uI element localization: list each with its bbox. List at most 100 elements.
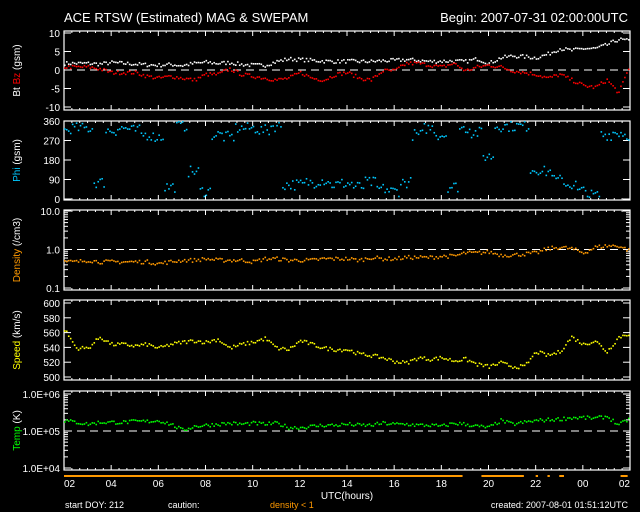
data-point (81, 423, 84, 426)
data-point (608, 133, 610, 135)
data-point (309, 258, 312, 260)
data-point (484, 159, 487, 161)
data-point (386, 259, 388, 261)
data-point (93, 62, 96, 64)
data-point (313, 342, 316, 345)
data-point (425, 256, 428, 258)
data-point (120, 342, 123, 344)
data-point (128, 419, 131, 422)
data-point (331, 76, 333, 79)
data-point (191, 261, 194, 263)
data-point (433, 424, 436, 426)
data-point (582, 252, 585, 255)
data-point (305, 340, 308, 342)
data-point (181, 260, 184, 262)
data-point (223, 261, 225, 263)
data-point (99, 422, 101, 424)
data-point (459, 253, 461, 256)
y-axis-label: Speed (km/s) (12, 310, 23, 369)
data-point (370, 59, 373, 61)
data-point (266, 64, 269, 67)
data-point (474, 66, 477, 69)
data-point (348, 71, 351, 73)
data-point (67, 335, 70, 338)
data-point (580, 251, 583, 254)
data-point (343, 59, 345, 61)
data-point (398, 195, 400, 198)
data-point (378, 257, 381, 259)
data-point (270, 125, 272, 128)
data-point (252, 259, 255, 262)
data-point (409, 424, 412, 427)
data-point (512, 71, 514, 73)
data-point (553, 352, 555, 355)
data-point (480, 66, 483, 68)
data-point (227, 70, 229, 72)
data-point (573, 336, 575, 339)
data-point (319, 257, 322, 260)
data-point (419, 63, 422, 65)
data-point (227, 259, 229, 262)
x-tick-label: 02 (64, 479, 76, 490)
data-point (246, 73, 249, 75)
data-point (492, 61, 495, 64)
data-point (172, 423, 174, 425)
created-time: created: 2007-08-01 01:51:12UTC (491, 500, 629, 510)
data-point (429, 425, 432, 428)
data-point (113, 131, 115, 134)
data-point (223, 69, 225, 72)
data-point (107, 259, 109, 262)
data-point (187, 259, 190, 261)
data-point (604, 133, 607, 136)
data-point (449, 63, 451, 66)
data-point (352, 76, 355, 79)
data-point (111, 70, 113, 73)
data-point (388, 256, 390, 258)
data-point (561, 350, 563, 353)
data-point (549, 249, 552, 251)
data-point (105, 422, 107, 425)
data-point (256, 423, 259, 426)
data-point (531, 170, 534, 172)
data-point (93, 67, 96, 70)
data-point (301, 73, 304, 76)
data-point (614, 131, 616, 134)
data-point (504, 67, 506, 70)
data-point (213, 425, 215, 427)
data-point (99, 336, 101, 339)
data-point (138, 420, 141, 422)
data-point (574, 416, 577, 419)
data-point (183, 340, 186, 342)
data-point (103, 422, 105, 424)
data-point (529, 172, 532, 174)
data-point (506, 68, 508, 71)
y-axis-label-part: (km/s) (12, 310, 23, 341)
data-point (368, 258, 371, 260)
data-point (384, 60, 386, 62)
data-point (584, 189, 587, 192)
data-point (282, 186, 284, 189)
data-point (189, 339, 192, 341)
data-point (95, 423, 98, 426)
data-point (276, 59, 278, 62)
x-tick-label: 10 (247, 479, 259, 490)
data-point (160, 139, 162, 141)
data-point (234, 345, 237, 348)
data-point (620, 246, 622, 248)
data-point (451, 186, 453, 189)
data-point (409, 177, 412, 179)
data-point (217, 338, 219, 340)
data-point (295, 427, 298, 430)
data-point (191, 63, 194, 65)
data-point (356, 260, 359, 263)
data-point (419, 130, 422, 132)
data-point (533, 419, 536, 422)
data-point (209, 72, 212, 74)
data-point (130, 419, 133, 421)
data-point (75, 65, 78, 68)
data-point (620, 336, 622, 339)
data-point (217, 63, 219, 65)
data-point (329, 346, 331, 349)
data-point (368, 176, 371, 179)
caution-segment (535, 475, 539, 477)
